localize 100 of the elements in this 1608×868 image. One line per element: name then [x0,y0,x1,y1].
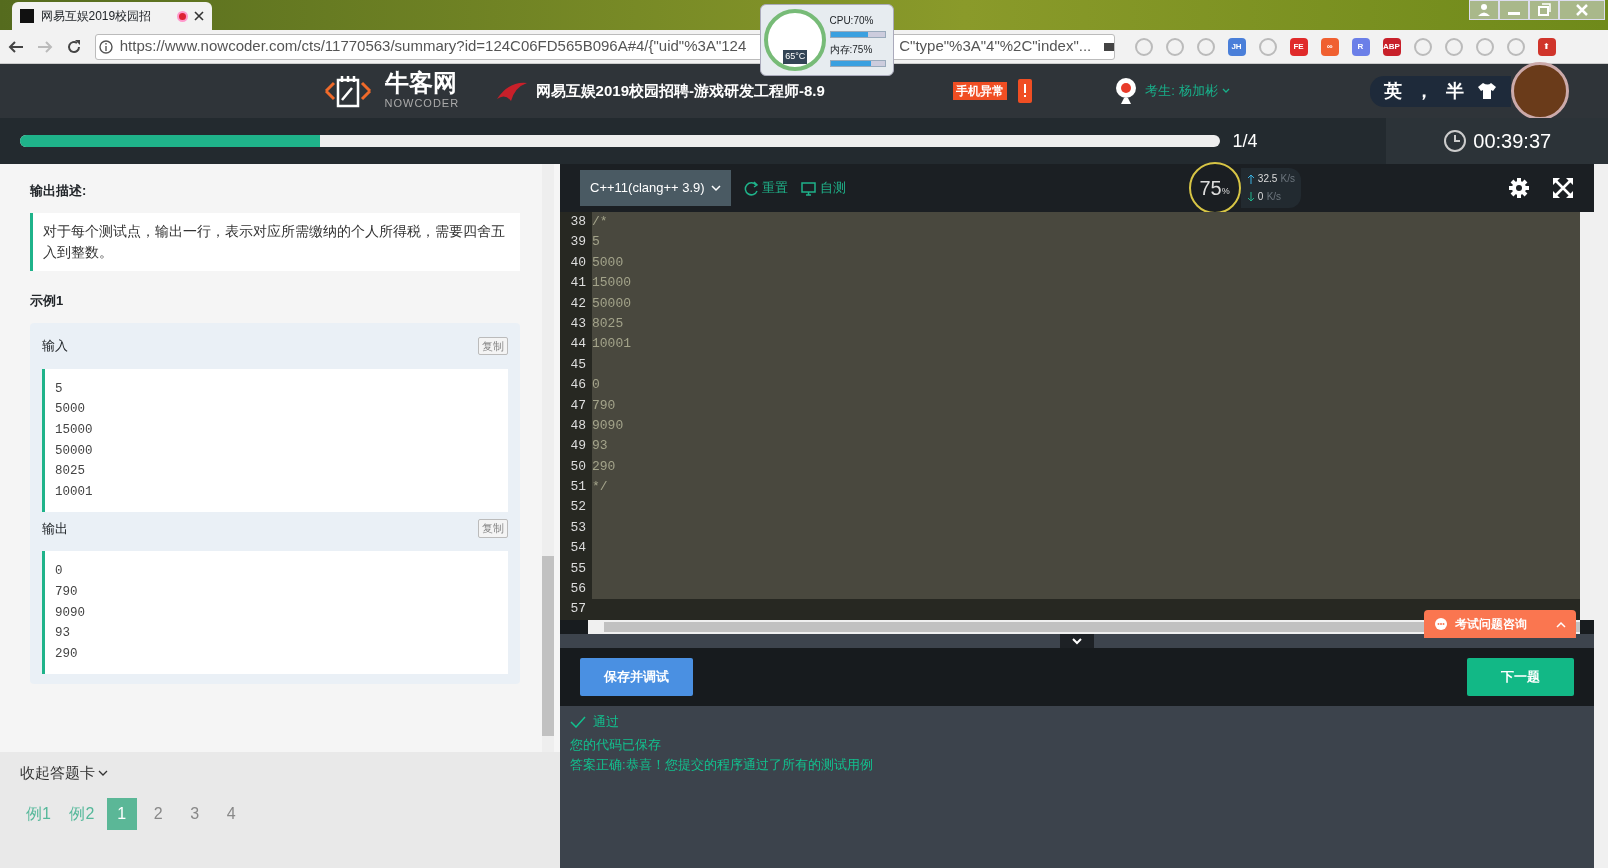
logo-subtitle: NOWCODER [384,95,460,111]
info-icon [99,39,114,54]
shirt-icon[interactable] [1477,82,1497,100]
extension-icon[interactable]: JH [1227,37,1246,56]
copy-button[interactable]: 复制 [478,336,508,356]
extension-icon[interactable] [1165,37,1184,56]
extension-icon[interactable]: ∞ [1320,37,1339,56]
extension-icon[interactable] [1444,37,1463,56]
avatar-circle [1511,62,1569,120]
answer-card-toggle[interactable]: 收起答题卡 [20,762,95,785]
result-message: 答案正确:恭喜！您提交的程序通过了所有的测试用例 [570,756,874,775]
language-select[interactable]: C++11(clang++ 3.9) [580,170,732,206]
code-line: 290 [55,645,79,663]
save-button[interactable]: 保存并调试 [580,658,693,696]
scrollbar[interactable] [1594,164,1608,868]
code-line: 10001 [55,483,94,501]
extension-icon[interactable]: ⬆ [1537,37,1556,56]
phone-alert-label: 手机异常 [952,82,1007,100]
next-button[interactable]: 下一题 [1467,658,1574,696]
code-line: 15000 [55,421,94,439]
extension-icon[interactable] [1196,37,1215,56]
url-text: C"type"%3A"4"%2C"index"... [899,36,1092,57]
exam-title: 网易互娱2019校园招聘-游戏研发工程师-8.9 [535,80,825,101]
ime-mode[interactable]: 英 [1384,77,1402,105]
record-icon [176,10,188,22]
network-percent-unit: % [1221,186,1230,199]
forward-icon[interactable] [37,38,53,55]
consult-button[interactable]: 考试问题咨询 [1424,610,1576,638]
question-number[interactable]: 4 [216,797,247,830]
ime-mode[interactable]: ， [1415,77,1433,105]
code-line: 9090 [55,604,86,622]
check-icon [570,716,586,728]
chevron-down-icon [711,184,722,192]
monitor-icon [801,180,817,196]
section-title: 输出描述: [30,181,88,200]
temperature-reading: 65°C [783,50,808,64]
browser-tab[interactable]: 网易互娱2019校园招 [12,2,212,30]
candidate-name[interactable]: 考生: 杨加彬 [1145,81,1218,101]
upload-speed: 32.5 [1257,172,1278,186]
upload-speed-unit: K/s [1280,172,1295,186]
logo-text: 牛客网 [384,70,458,95]
question-count: 1/4 [1232,129,1258,153]
extension-icon[interactable]: R [1351,37,1370,56]
settings-icon[interactable] [1507,177,1530,199]
code-line: 0 [55,563,64,581]
editor-action[interactable]: 重置 [744,178,789,198]
back-icon[interactable] [8,38,24,55]
up-arrow-icon [1246,174,1255,184]
question-number[interactable]: 3 [179,797,210,830]
down-arrow-icon [1246,192,1255,202]
code-line: 8025 [55,463,86,481]
extension-icon[interactable]: FE [1289,37,1308,56]
scrollbar[interactable] [542,164,554,752]
extension-icon[interactable] [1258,37,1277,56]
extension-icon[interactable] [1413,37,1432,56]
collapse-handle[interactable] [1060,634,1094,648]
chevron-down-icon [1072,637,1082,645]
phone-alert-icon [1016,78,1033,104]
extension-icon[interactable] [1475,37,1494,56]
editor-action[interactable]: 自测 [801,178,846,198]
block-label: 输入 [42,337,68,356]
scrollbar[interactable] [1580,212,1594,620]
example-title: 示例1 [30,291,65,310]
code-line: 790 [55,583,79,601]
minimize-icon[interactable] [1498,0,1529,20]
result-message: 您的代码已保存 [570,736,662,755]
status-text: 通过 [592,713,619,731]
chevron-down-icon[interactable] [1221,88,1230,94]
favicon-icon [20,9,34,23]
clock-icon [1442,129,1467,153]
extension-icon[interactable] [1134,37,1153,56]
close-icon[interactable] [194,11,204,21]
timer-text: 00:39:37 [1473,129,1552,154]
memory-label: 内存:75% [829,42,874,57]
url-text: https://www.nowcoder.com/cts/11770563/summary?id=124C06FD565B096A#4/{"uid"%3A"124 [119,36,747,57]
chat-icon [1434,617,1448,631]
network-percent: 75 [1199,176,1222,201]
code-line: 50000 [55,442,94,460]
code-line: 5 [55,380,64,398]
cpu-label: CPU:70% [829,14,875,29]
download-speed: 0 [1257,190,1264,204]
code-line: 93 [55,625,71,643]
chevron-up-icon [1556,620,1566,628]
question-number[interactable]: 2 [143,797,174,830]
copy-button[interactable]: 复制 [478,519,508,538]
chevron-down-icon[interactable] [98,769,109,777]
user-icon[interactable] [1468,0,1499,20]
extension-icon[interactable] [1506,37,1525,56]
restore-icon[interactable] [1528,0,1559,20]
fullscreen-icon[interactable] [1552,177,1574,199]
extension-icon[interactable]: ABP [1382,37,1401,56]
block-label: 输出 [42,519,68,538]
tab-title: 网易互娱2019校园招 [40,8,153,25]
question-number[interactable]: 1 [106,797,137,830]
description-text: 对于每个测试点，输出一行，表示对应所需缴纳的个人所得税，需要四舍五入到整数。 [30,213,520,271]
reload-icon[interactable] [66,38,82,55]
ime-mode[interactable]: 半 [1446,77,1464,105]
download-speed-unit: K/s [1266,190,1282,204]
code-line: 5000 [55,401,86,419]
refresh-icon [744,180,760,196]
